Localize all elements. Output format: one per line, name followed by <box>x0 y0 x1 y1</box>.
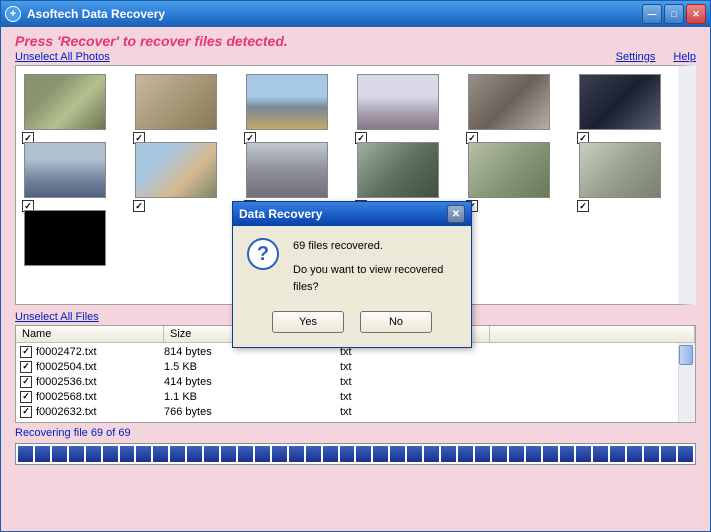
photo-item[interactable] <box>468 142 559 198</box>
dialog-message: 69 files recovered. Do you want to view … <box>293 238 457 297</box>
file-row[interactable]: f0002504.txt 1.5 KB txt <box>16 359 695 374</box>
photo-checkbox[interactable] <box>577 200 589 212</box>
photo-thumbnail[interactable] <box>135 74 217 130</box>
file-name: f0002536.txt <box>36 376 164 388</box>
photo-item[interactable] <box>24 210 115 266</box>
unselect-all-files-link[interactable]: Unselect All Files <box>15 311 99 323</box>
file-row[interactable]: f0002536.txt 414 bytes txt <box>16 374 695 389</box>
file-size: 1.1 KB <box>164 391 340 403</box>
file-ext: txt <box>340 391 490 403</box>
file-name: f0002504.txt <box>36 361 164 373</box>
file-name: f0002568.txt <box>36 391 164 403</box>
file-checkbox[interactable] <box>20 406 32 418</box>
question-icon: ? <box>247 238 279 270</box>
window-title: Asoftech Data Recovery <box>27 7 640 21</box>
photo-thumbnail[interactable] <box>579 142 661 198</box>
help-link[interactable]: Help <box>673 51 696 63</box>
file-name: f0002472.txt <box>36 346 164 358</box>
photo-item[interactable] <box>135 142 226 198</box>
file-ext: txt <box>340 376 490 388</box>
photo-thumbnail[interactable] <box>357 142 439 198</box>
file-size: 1.5 KB <box>164 361 340 373</box>
photo-thumbnail[interactable] <box>246 74 328 130</box>
photo-thumbnail[interactable] <box>24 142 106 198</box>
dialog-titlebar: Data Recovery ✕ <box>233 202 471 226</box>
photo-thumbnail[interactable] <box>579 74 661 130</box>
dialog-line2: Do you want to view recovered files? <box>293 262 457 297</box>
status-text: Recovering file 69 of 69 <box>15 427 696 439</box>
file-checkbox[interactable] <box>20 391 32 403</box>
file-size: 766 bytes <box>164 406 340 418</box>
photo-item[interactable] <box>468 74 559 130</box>
photo-item[interactable] <box>135 74 226 130</box>
photo-item[interactable] <box>24 74 115 130</box>
photo-thumbnail[interactable] <box>24 210 106 266</box>
photo-thumbnail[interactable] <box>468 74 550 130</box>
unselect-all-photos-link[interactable]: Unselect All Photos <box>15 51 110 63</box>
column-spacer <box>490 326 695 342</box>
dialog-title: Data Recovery <box>239 207 447 221</box>
files-scrollbar[interactable] <box>678 343 695 422</box>
photo-thumbnail[interactable] <box>135 142 217 198</box>
photo-item[interactable] <box>579 74 670 130</box>
photo-thumbnail[interactable] <box>357 74 439 130</box>
photo-thumbnail[interactable] <box>246 142 328 198</box>
close-button[interactable]: ✕ <box>686 4 706 24</box>
photo-item[interactable] <box>246 142 337 198</box>
no-button[interactable]: No <box>360 311 432 333</box>
photo-thumbnail[interactable] <box>24 74 106 130</box>
recovery-dialog: Data Recovery ✕ ? 69 files recovered. Do… <box>232 201 472 348</box>
file-row[interactable]: f0002632.txt 766 bytes txt <box>16 404 695 419</box>
photo-thumbnail[interactable] <box>468 142 550 198</box>
app-icon: + <box>5 6 21 22</box>
file-checkbox[interactable] <box>20 376 32 388</box>
photo-item[interactable] <box>24 142 115 198</box>
progress-bar <box>15 443 696 465</box>
photo-item[interactable] <box>246 74 337 130</box>
scrollbar-thumb[interactable] <box>679 345 693 365</box>
photo-item[interactable] <box>357 142 448 198</box>
yes-button[interactable]: Yes <box>272 311 344 333</box>
column-name[interactable]: Name <box>16 326 164 342</box>
file-checkbox[interactable] <box>20 346 32 358</box>
photo-checkbox[interactable] <box>133 200 145 212</box>
file-size: 414 bytes <box>164 376 340 388</box>
photo-item[interactable] <box>579 142 670 198</box>
instruction-text: Press 'Recover' to recover files detecte… <box>15 33 696 49</box>
photo-item[interactable] <box>357 74 448 130</box>
scrollbar-thumb[interactable] <box>680 126 694 256</box>
files-body: f0002472.txt 814 bytes txt f0002504.txt … <box>16 343 695 420</box>
settings-link[interactable]: Settings <box>616 51 656 63</box>
minimize-button[interactable]: — <box>642 4 662 24</box>
file-ext: txt <box>340 361 490 373</box>
file-checkbox[interactable] <box>20 361 32 373</box>
file-name: f0002632.txt <box>36 406 164 418</box>
photos-scrollbar[interactable] <box>678 66 696 304</box>
dialog-line1: 69 files recovered. <box>293 238 457 256</box>
file-row[interactable]: f0002568.txt 1.1 KB txt <box>16 389 695 404</box>
titlebar: + Asoftech Data Recovery — □ ✕ <box>1 1 710 27</box>
file-ext: txt <box>340 406 490 418</box>
dialog-close-button[interactable]: ✕ <box>447 205 465 223</box>
maximize-button[interactable]: □ <box>664 4 684 24</box>
